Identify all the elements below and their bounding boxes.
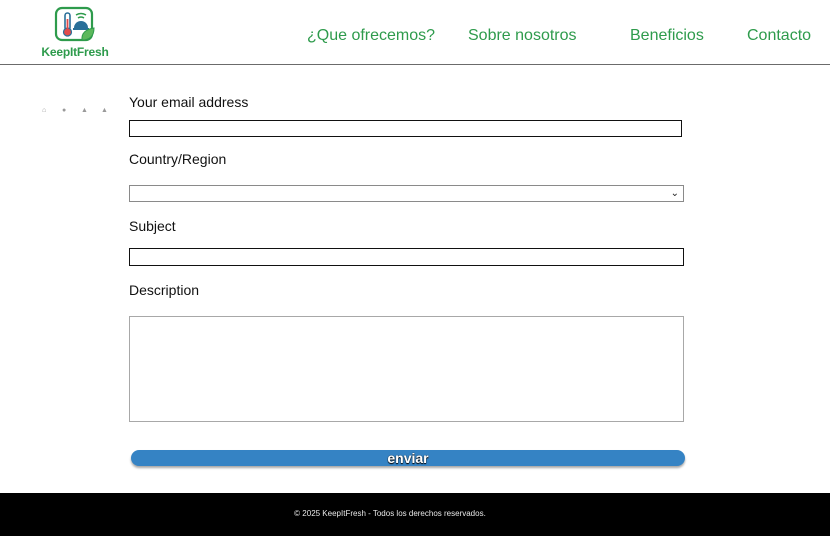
description-label: Description <box>129 282 200 298</box>
subject-field[interactable] <box>129 248 684 266</box>
country-select[interactable]: ⌄ <box>129 185 684 202</box>
subject-label: Subject <box>129 218 176 234</box>
brand-name: KeepItFresh <box>41 45 109 59</box>
social-icon-3[interactable]: ▲ <box>81 106 88 116</box>
nav-link-sobre-nosotros[interactable]: Sobre nosotros <box>468 27 577 45</box>
nav-link-contacto[interactable]: Contacto <box>747 27 811 45</box>
brand-logo[interactable]: KeepItFresh <box>38 6 112 62</box>
nav-link-beneficios[interactable]: Beneficios <box>630 27 704 45</box>
email-label: Your email address <box>129 94 249 110</box>
logo-icon <box>54 6 95 42</box>
nav-link-que-ofrecemos[interactable]: ¿Que ofrecemos? <box>307 27 435 45</box>
social-icon-2[interactable]: ● <box>62 106 66 116</box>
social-links: ⌂ ● ▲ ▲ <box>42 106 112 116</box>
email-field[interactable] <box>129 120 682 137</box>
description-textarea[interactable] <box>129 316 684 422</box>
copyright-text: © 2025 KeepItFresh - Todos los derechos … <box>294 509 486 518</box>
site-footer: © 2025 KeepItFresh - Todos los derechos … <box>0 493 830 536</box>
social-icon-4[interactable]: ▲ <box>101 106 108 116</box>
country-label: Country/Region <box>129 151 227 167</box>
chevron-down-icon: ⌄ <box>670 188 679 199</box>
submit-button[interactable]: enviar <box>131 450 685 466</box>
social-icon-1[interactable]: ⌂ <box>42 106 46 116</box>
site-header: KeepItFresh ¿Que ofrecemos? Sobre nosotr… <box>0 0 830 65</box>
